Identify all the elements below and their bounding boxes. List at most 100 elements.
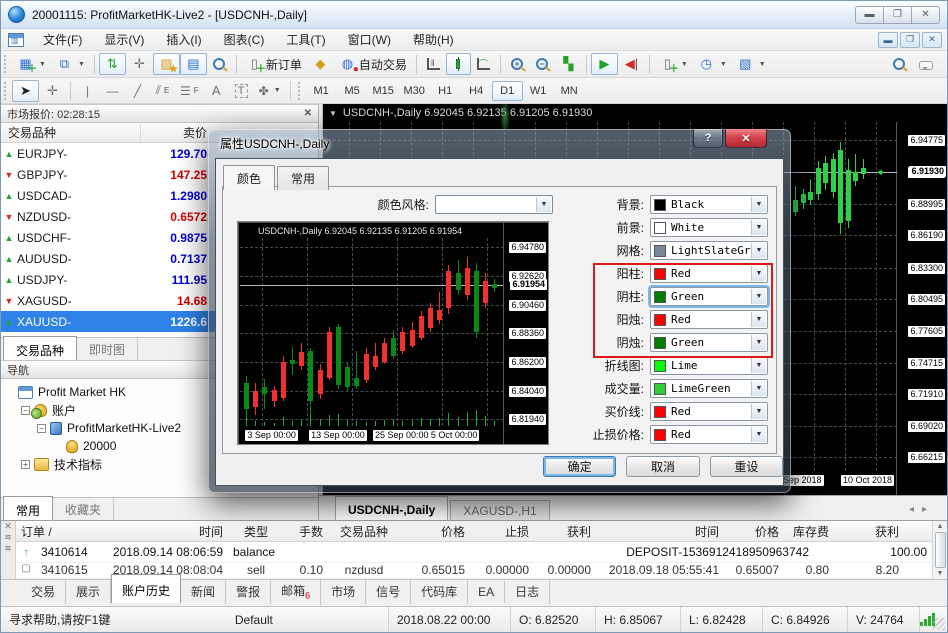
child-restore-button[interactable]: ❐	[900, 32, 920, 48]
channel-button[interactable]: ⫽E	[150, 80, 175, 102]
color-select[interactable]: Red▼	[650, 264, 768, 283]
timeframe-button-m5[interactable]: M5	[337, 81, 368, 101]
terminal-toggle-button[interactable]: ▤	[180, 53, 207, 75]
indicators-button[interactable]: ▯＋▼	[654, 53, 693, 75]
menu-item[interactable]: 窗口(W)	[337, 28, 402, 51]
dialog-tab-0[interactable]: 颜色	[223, 165, 275, 190]
bid-column-header[interactable]: 卖价	[141, 124, 207, 141]
color-select[interactable]: Green▼	[650, 287, 768, 306]
terminal-column-header[interactable]: 时间	[100, 523, 228, 540]
terminal-column-header[interactable]: 获利	[534, 523, 596, 540]
terminal-tab-8[interactable]: 代码库	[411, 579, 468, 604]
menu-item[interactable]: 帮助(H)	[402, 28, 465, 51]
metaeditor-button[interactable]: ◆	[307, 53, 334, 75]
chart-scroll-arrows[interactable]: ◂▸	[909, 504, 935, 515]
navigator-tab-0[interactable]: 常用	[3, 496, 53, 520]
color-style-select[interactable]: ▼	[435, 195, 553, 214]
reset-button[interactable]: 重设	[710, 456, 783, 477]
terminal-column-header[interactable]: 时间	[596, 523, 724, 540]
terminal-column-header[interactable]: 价格	[400, 523, 470, 540]
expand-icon[interactable]: +	[21, 460, 30, 469]
terminal-column-header[interactable]: 订单 /	[16, 523, 100, 540]
navigator-tab-1[interactable]: 收藏夹	[53, 498, 114, 520]
line-chart-button[interactable]: ⌒	[471, 53, 496, 75]
terminal-column-header[interactable]: 价格	[724, 523, 784, 540]
chat-icon[interactable]	[919, 61, 933, 70]
timeframe-button-mn[interactable]: MN	[554, 81, 585, 101]
color-select[interactable]: Green▼	[650, 333, 768, 352]
profiles-button[interactable]: ⧉▼	[51, 53, 90, 75]
menu-item[interactable]: 显示(V)	[93, 28, 155, 51]
text-button[interactable]: A	[204, 80, 229, 102]
navigator-toggle-button[interactable]: ▨★	[153, 53, 180, 75]
dialog-close-button[interactable]: ✕	[725, 129, 767, 148]
market-watch-close-icon[interactable]: ✕	[304, 108, 312, 119]
crosshair-tool-button[interactable]: ✛	[39, 80, 66, 102]
market-watch-tab-0[interactable]: 交易品种	[3, 336, 77, 360]
timeframe-button-w1[interactable]: W1	[523, 81, 554, 101]
history-row-balance[interactable]: ↑34106142018.09.14 08:06:59balanceDEPOSI…	[16, 542, 932, 563]
child-close-button[interactable]: ✕	[922, 32, 942, 48]
terminal-column-header[interactable]: 库存费	[784, 523, 834, 540]
timeframe-button-m15[interactable]: M15	[368, 81, 399, 101]
maximize-button[interactable]: ❐	[883, 6, 912, 24]
combo-arrow-icon[interactable]: ▼	[751, 404, 766, 419]
data-window-button[interactable]: ✛	[126, 53, 153, 75]
candlestick-button[interactable]	[446, 53, 471, 75]
terminal-tab-7[interactable]: 信号	[366, 579, 411, 604]
timeframe-button-h1[interactable]: H1	[430, 81, 461, 101]
cancel-button[interactable]: 取消	[626, 456, 699, 477]
new-order-button[interactable]: ▯＋新订单	[241, 53, 307, 75]
minimize-button[interactable]: ▬	[855, 6, 884, 24]
terminal-column-header[interactable]: 交易品种	[328, 523, 400, 540]
trendline-button[interactable]: ╱	[125, 80, 150, 102]
search-icon[interactable]	[893, 58, 905, 70]
terminal-tab-2[interactable]: 账户历史	[111, 574, 181, 603]
menu-item[interactable]: 文件(F)	[32, 28, 93, 51]
terminal-column-header[interactable]: 类型	[228, 523, 284, 540]
tile-windows-button[interactable]: ▚	[555, 53, 582, 75]
combo-arrow-icon[interactable]: ▼	[751, 266, 766, 281]
color-select[interactable]: White▼	[650, 218, 768, 237]
timeframe-button-m1[interactable]: M1	[306, 81, 337, 101]
new-chart-button[interactable]: ▦＋▼	[12, 53, 51, 75]
terminal-tab-4[interactable]: 警报	[226, 579, 271, 604]
color-select[interactable]: Lime▼	[650, 356, 768, 375]
terminal-tab-9[interactable]: EA	[468, 581, 505, 603]
combo-arrow-icon[interactable]: ▼	[751, 243, 766, 258]
child-minimize-button[interactable]: ▬	[878, 32, 898, 48]
color-select[interactable]: Red▼	[650, 425, 768, 444]
collapse-icon[interactable]: −	[37, 424, 46, 433]
combo-arrow-icon[interactable]: ▼	[751, 381, 766, 396]
collapse-icon[interactable]: −	[21, 406, 30, 415]
timeframe-button-h4[interactable]: H4	[461, 81, 492, 101]
combo-arrow-icon[interactable]: ▼	[751, 220, 766, 235]
color-select[interactable]: Red▼	[650, 310, 768, 329]
horizontal-line-button[interactable]: —	[100, 80, 125, 102]
terminal-column-header[interactable]: 止损	[470, 523, 534, 540]
color-select[interactable]: Red▼	[650, 402, 768, 421]
menu-item[interactable]: 图表(C)	[213, 28, 276, 51]
terminal-tab-10[interactable]: 日志	[505, 579, 550, 604]
terminal-tab-6[interactable]: 市场	[321, 579, 366, 604]
arrows-button[interactable]: ✤▼	[254, 80, 286, 102]
menu-item[interactable]: 工具(T)	[275, 28, 336, 51]
auto-scroll-button[interactable]: ▶	[591, 53, 618, 75]
combo-arrow-icon[interactable]: ▼	[751, 335, 766, 350]
ok-button[interactable]: 确定	[543, 456, 616, 477]
resize-gripper[interactable]	[933, 618, 945, 630]
terminal-tab-5[interactable]: 邮箱6	[271, 578, 321, 604]
templates-button[interactable]: ▧▼	[732, 53, 771, 75]
cursor-tool-button[interactable]: ➤	[12, 80, 39, 102]
strategy-tester-button[interactable]	[207, 53, 232, 75]
scroll-down-icon[interactable]: ▼	[937, 570, 944, 577]
timeframe-button-m30[interactable]: M30	[399, 81, 430, 101]
chart-menu-triangle-icon[interactable]: ▼	[329, 109, 337, 118]
terminal-tab-3[interactable]: 新闻	[181, 579, 226, 604]
combo-arrow-icon[interactable]: ▼	[751, 312, 766, 327]
dialog-help-button[interactable]: ?	[693, 129, 723, 148]
bar-chart-button[interactable]: ‖	[421, 53, 446, 75]
dialog-tab-1[interactable]: 常用	[277, 166, 329, 190]
vertical-line-button[interactable]: |	[75, 80, 100, 102]
periods-button[interactable]: ◷▼	[693, 53, 732, 75]
